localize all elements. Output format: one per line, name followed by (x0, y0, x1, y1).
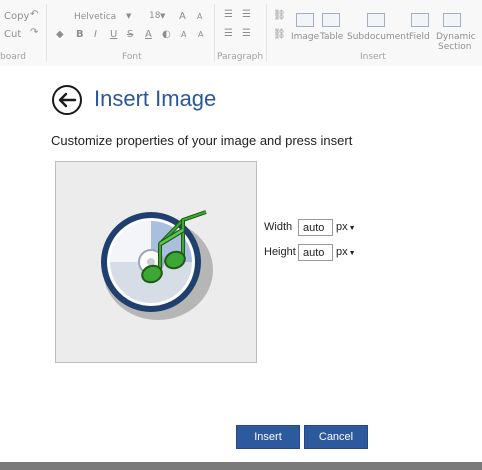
ribbon-toolbar: Copy ↶ Cut ↷ board Helvetica ▼ 18 ▼ A A … (0, 0, 482, 67)
chevron-down-icon[interactable]: ▼ (126, 12, 131, 20)
width-input[interactable] (298, 219, 333, 236)
width-unit-label: px (336, 221, 348, 233)
chevron-down-icon: ▼ (348, 250, 356, 257)
font-color-icon[interactable]: A (145, 29, 152, 40)
cut-button[interactable]: Cut (4, 29, 21, 40)
dialog-subtitle: Customize properties of your image and p… (51, 133, 353, 148)
unlink-icon[interactable]: ⛓ (273, 29, 286, 40)
insert-field-button[interactable]: Field (409, 32, 430, 42)
insert-button[interactable]: Insert (236, 425, 300, 449)
italic-icon[interactable]: I (94, 29, 97, 40)
height-input[interactable] (298, 244, 333, 261)
align-left-icon[interactable]: ☰ (224, 9, 233, 20)
cancel-button[interactable]: Cancel (304, 425, 368, 449)
image-icon[interactable] (296, 13, 314, 27)
highlight-icon[interactable]: ◐ (162, 29, 171, 40)
paragraph-group-label: Paragraph (217, 52, 264, 62)
field-icon[interactable] (411, 13, 429, 27)
bold-icon[interactable]: B (76, 29, 84, 40)
eraser-icon[interactable]: ◆ (56, 29, 64, 40)
chevron-down-icon: ▼ (348, 225, 356, 232)
insert-dynamic-section-label: Section (438, 42, 472, 52)
undo-icon[interactable]: ↶ (30, 9, 38, 20)
back-arrow-icon (58, 92, 77, 108)
back-button[interactable] (52, 85, 82, 115)
height-unit-dropdown[interactable]: px▼ (336, 246, 356, 258)
link-icon[interactable]: ⛓ (273, 10, 286, 21)
insert-dynamic-section-button[interactable]: Dynamic (436, 32, 476, 42)
redo-icon[interactable]: ↷ (30, 27, 38, 38)
music-cd-icon (101, 210, 213, 320)
dialog-title: Insert Image (94, 86, 217, 111)
font-size-select[interactable]: 18 (149, 11, 160, 21)
grow-font-icon[interactable]: A (179, 11, 186, 22)
insert-image-dialog: Insert Image Customize properties of you… (0, 66, 482, 462)
underline-icon[interactable]: U (110, 29, 117, 40)
shrink-font-icon[interactable]: A (197, 12, 202, 21)
subdocument-icon[interactable] (367, 13, 385, 27)
clipboard-group-label: board (0, 52, 26, 62)
copy-button[interactable]: Copy (4, 11, 29, 22)
subscript-icon[interactable]: A (181, 30, 186, 39)
table-icon[interactable] (322, 13, 340, 27)
bottom-bar (0, 462, 482, 470)
align-right-icon[interactable]: ☰ (242, 28, 251, 39)
ribbon-separator (214, 4, 215, 62)
height-unit-label: px (336, 246, 348, 258)
ribbon-separator (46, 4, 47, 62)
font-group-label: Font (122, 52, 142, 62)
chevron-down-icon[interactable]: ▼ (160, 12, 165, 20)
width-unit-dropdown[interactable]: px▼ (336, 221, 356, 233)
insert-table-button[interactable]: Table (320, 32, 343, 42)
dynamic-section-icon[interactable] (443, 13, 461, 27)
strikethrough-icon[interactable]: S (127, 29, 133, 40)
insert-group-label: Insert (360, 52, 386, 62)
ribbon-separator (266, 4, 267, 62)
align-center-icon[interactable]: ☰ (224, 28, 233, 39)
insert-subdocument-button[interactable]: Subdocument (347, 32, 410, 42)
insert-image-button[interactable]: Image (291, 32, 319, 42)
superscript-icon[interactable]: A (198, 30, 203, 39)
align-justify-icon[interactable]: ☰ (242, 9, 251, 20)
width-label: Width (264, 221, 293, 233)
height-label: Height (264, 246, 296, 258)
font-family-select[interactable]: Helvetica (74, 12, 116, 22)
image-preview (55, 161, 257, 363)
